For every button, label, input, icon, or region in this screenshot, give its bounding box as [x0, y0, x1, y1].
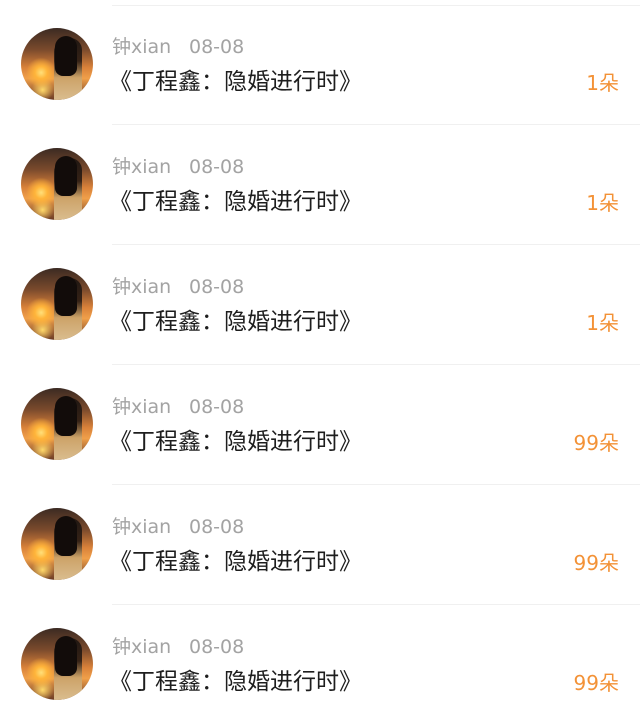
list-item[interactable]: 钟xian 08-08 《丁程鑫：隐婚进行时》 1朵	[0, 120, 640, 240]
avatar-hair	[55, 156, 77, 196]
avatar-hair	[55, 636, 77, 676]
gift-date: 08-08	[189, 636, 245, 658]
book-title[interactable]: 《丁程鑫：隐婚进行时》	[109, 307, 362, 337]
gift-date: 08-08	[189, 276, 245, 298]
book-title[interactable]: 《丁程鑫：隐婚进行时》	[109, 547, 362, 577]
avatar[interactable]	[21, 508, 93, 580]
book-title[interactable]: 《丁程鑫：隐婚进行时》	[109, 667, 362, 697]
avatar[interactable]	[21, 388, 93, 460]
user-name[interactable]: 钟xian	[112, 275, 171, 299]
flower-count: 1朵	[586, 71, 619, 95]
list-item[interactable]: 钟xian 08-08 《丁程鑫：隐婚进行时》 99朵	[0, 480, 640, 600]
user-name[interactable]: 钟xian	[112, 635, 171, 659]
gift-date: 08-08	[189, 36, 245, 58]
list-item[interactable]: 钟xian 08-08 《丁程鑫：隐婚进行时》 99朵	[0, 360, 640, 480]
gift-date: 08-08	[189, 516, 245, 538]
user-name[interactable]: 钟xian	[112, 515, 171, 539]
flower-count: 99朵	[573, 671, 619, 695]
avatar[interactable]	[21, 28, 93, 100]
flower-count: 1朵	[586, 191, 619, 215]
user-name[interactable]: 钟xian	[112, 395, 171, 419]
avatar-hair	[55, 396, 77, 436]
user-name[interactable]: 钟xian	[112, 155, 171, 179]
list-item[interactable]: 钟xian 08-08 《丁程鑫：隐婚进行时》 1朵	[0, 240, 640, 360]
avatar[interactable]	[21, 268, 93, 340]
avatar-hair	[55, 516, 77, 556]
avatar[interactable]	[21, 148, 93, 220]
gift-date: 08-08	[189, 156, 245, 178]
avatar-hair	[55, 276, 77, 316]
list-item[interactable]: 钟xian 08-08 《丁程鑫：隐婚进行时》 99朵	[0, 600, 640, 720]
flower-count: 99朵	[573, 431, 619, 455]
book-title[interactable]: 《丁程鑫：隐婚进行时》	[109, 67, 362, 97]
gift-record-list: 钟xian 08-08 《丁程鑫：隐婚进行时》 1朵 钟xian 08-08 《…	[0, 0, 640, 719]
book-title[interactable]: 《丁程鑫：隐婚进行时》	[109, 187, 362, 217]
flower-count: 1朵	[586, 311, 619, 335]
gift-date: 08-08	[189, 396, 245, 418]
flower-count: 99朵	[573, 551, 619, 575]
user-name[interactable]: 钟xian	[112, 35, 171, 59]
book-title[interactable]: 《丁程鑫：隐婚进行时》	[109, 427, 362, 457]
list-item[interactable]: 钟xian 08-08 《丁程鑫：隐婚进行时》 1朵	[0, 0, 640, 120]
avatar[interactable]	[21, 628, 93, 700]
avatar-hair	[55, 36, 77, 76]
